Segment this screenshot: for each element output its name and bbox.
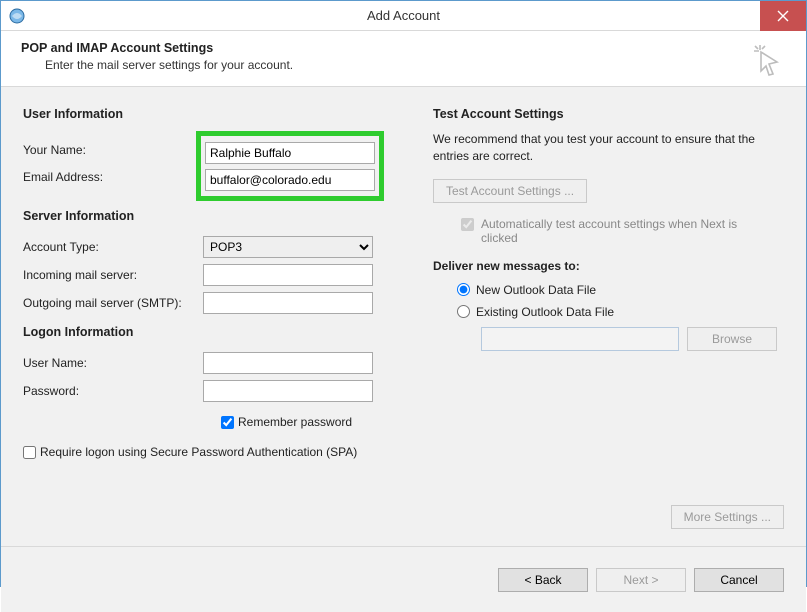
logon-info-title: Logon Information (23, 325, 403, 339)
test-description: We recommend that you test your account … (433, 131, 784, 165)
footer: < Back Next > Cancel (1, 546, 806, 612)
browse-button[interactable]: Browse (687, 327, 777, 351)
remember-password-checkbox[interactable] (221, 416, 234, 429)
deliver-title: Deliver new messages to: (433, 259, 784, 273)
your-name-input[interactable] (205, 142, 375, 164)
server-info-title: Server Information (23, 209, 403, 223)
content-area: User Information Your Name: Email Addres… (1, 87, 806, 546)
new-data-file-label: New Outlook Data File (476, 283, 596, 297)
email-label: Email Address: (23, 163, 203, 190)
auto-test-label: Automatically test account settings when… (481, 217, 771, 245)
password-input[interactable] (203, 380, 373, 402)
password-label: Password: (23, 384, 203, 398)
spa-label: Require logon using Secure Password Auth… (40, 445, 357, 459)
incoming-server-input[interactable] (203, 264, 373, 286)
existing-data-file-radio[interactable] (457, 305, 470, 318)
outgoing-server-input[interactable] (203, 292, 373, 314)
next-button[interactable]: Next > (596, 568, 686, 592)
outgoing-server-label: Outgoing mail server (SMTP): (23, 296, 203, 310)
wizard-header: POP and IMAP Account Settings Enter the … (1, 31, 806, 87)
test-account-button[interactable]: Test Account Settings ... (433, 179, 587, 203)
left-column: User Information Your Name: Email Addres… (23, 103, 403, 459)
user-info-title: User Information (23, 107, 403, 121)
back-button[interactable]: < Back (498, 568, 588, 592)
test-title: Test Account Settings (433, 107, 784, 121)
header-subtitle: Enter the mail server settings for your … (45, 58, 786, 72)
incoming-server-label: Incoming mail server: (23, 268, 203, 282)
your-name-label: Your Name: (23, 136, 203, 163)
more-settings-button[interactable]: More Settings ... (671, 505, 784, 529)
auto-test-checkbox[interactable] (461, 218, 474, 231)
window-title: Add Account (1, 8, 806, 23)
header-title: POP and IMAP Account Settings (21, 41, 786, 55)
account-type-label: Account Type: (23, 240, 203, 254)
existing-data-file-input[interactable] (481, 327, 679, 351)
username-input[interactable] (203, 352, 373, 374)
new-data-file-radio[interactable] (457, 283, 470, 296)
cursor-sparkle-icon (750, 41, 784, 77)
remember-password-label: Remember password (238, 415, 352, 429)
highlight-box (196, 131, 384, 201)
title-bar: Add Account (1, 1, 806, 31)
close-button[interactable] (760, 1, 806, 31)
email-input[interactable] (205, 169, 375, 191)
app-icon (9, 8, 25, 24)
username-label: User Name: (23, 356, 203, 370)
cancel-button[interactable]: Cancel (694, 568, 784, 592)
spa-checkbox[interactable] (23, 446, 36, 459)
right-column: Test Account Settings We recommend that … (433, 103, 784, 459)
existing-data-file-label: Existing Outlook Data File (476, 305, 614, 319)
account-type-select[interactable]: POP3 (203, 236, 373, 258)
